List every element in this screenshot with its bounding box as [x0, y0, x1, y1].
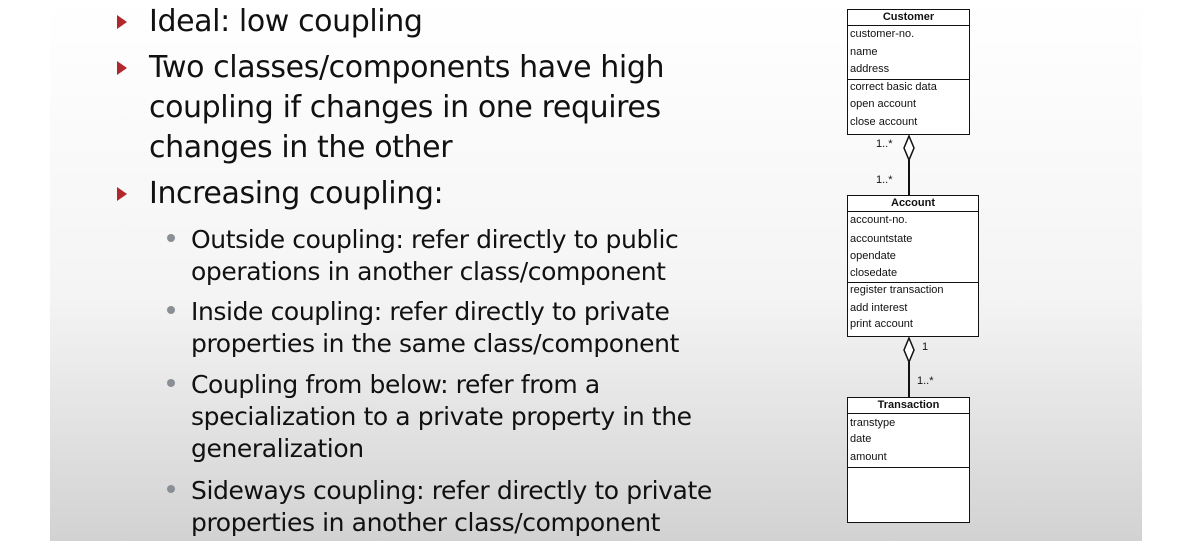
sub-bullet-item: Coupling from below: refer from a specia… [167, 369, 731, 465]
class-transaction: Transaction transtype date amount [847, 397, 970, 523]
bullet-item: Ideal: low coupling [117, 2, 709, 42]
dot-bullet-icon [167, 379, 175, 387]
dot-bullet-icon [167, 306, 175, 314]
class-attribute: transtype [850, 417, 896, 429]
class-operation: open account [850, 98, 917, 110]
class-account: Account account-no. accountstate opendat… [847, 195, 979, 337]
sub-bullet-item: Sideways coupling: refer directly to pri… [167, 475, 731, 539]
sub-bullet-text: Inside coupling: refer directly to priva… [191, 297, 679, 358]
class-attribute: address [850, 63, 890, 75]
sub-bullet-item: Outside coupling: refer directly to publ… [167, 224, 731, 288]
class-attribute: account-no. [850, 214, 908, 226]
class-operation: register transaction [850, 284, 944, 296]
bullet-item: Increasing coupling: [117, 174, 709, 214]
class-customer: Customer customer-no. name address corre… [847, 9, 970, 135]
class-attribute: date [850, 433, 872, 445]
class-divider [848, 413, 969, 414]
bullet-text: Two classes/components have high couplin… [149, 50, 665, 165]
triangle-bullet-icon [117, 15, 127, 29]
class-attribute: accountstate [850, 233, 913, 245]
class-attribute: amount [850, 451, 887, 463]
bullet-text: Ideal: low coupling [149, 4, 423, 39]
multiplicity-label: 1 [922, 341, 929, 353]
triangle-bullet-icon [117, 187, 127, 201]
sub-bullet-text: Sideways coupling: refer directly to pri… [191, 476, 712, 537]
sub-bullet-text: Coupling from below: refer from a specia… [191, 370, 692, 463]
sub-bullet-text: Outside coupling: refer directly to publ… [191, 225, 679, 286]
class-operation: correct basic data [850, 81, 937, 93]
class-operation: add interest [850, 302, 908, 314]
multiplicity-label: 1..* [917, 375, 934, 387]
triangle-bullet-icon [117, 61, 127, 75]
class-divider [848, 79, 969, 80]
class-attribute: customer-no. [850, 28, 915, 40]
class-divider [848, 467, 969, 468]
dot-bullet-icon [167, 234, 175, 242]
class-divider [848, 282, 978, 283]
class-divider [848, 25, 969, 26]
class-name: Customer [882, 11, 935, 23]
class-name: Account [891, 197, 935, 209]
class-attribute: opendate [850, 250, 896, 262]
dot-bullet-icon [167, 485, 175, 493]
multiplicity-label: 1..* [876, 174, 893, 186]
class-attribute: name [850, 46, 878, 58]
class-name: Transaction [877, 399, 940, 411]
class-attribute: closedate [850, 267, 898, 279]
class-operation: close account [850, 116, 918, 128]
bullet-text: Increasing coupling: [149, 176, 444, 211]
multiplicity-label: 1..* [876, 138, 893, 150]
sub-bullet-item: Inside coupling: refer directly to priva… [167, 296, 731, 360]
class-operation: print account [850, 318, 913, 330]
bullet-item: Two classes/components have high couplin… [117, 48, 709, 168]
class-divider [848, 211, 978, 212]
